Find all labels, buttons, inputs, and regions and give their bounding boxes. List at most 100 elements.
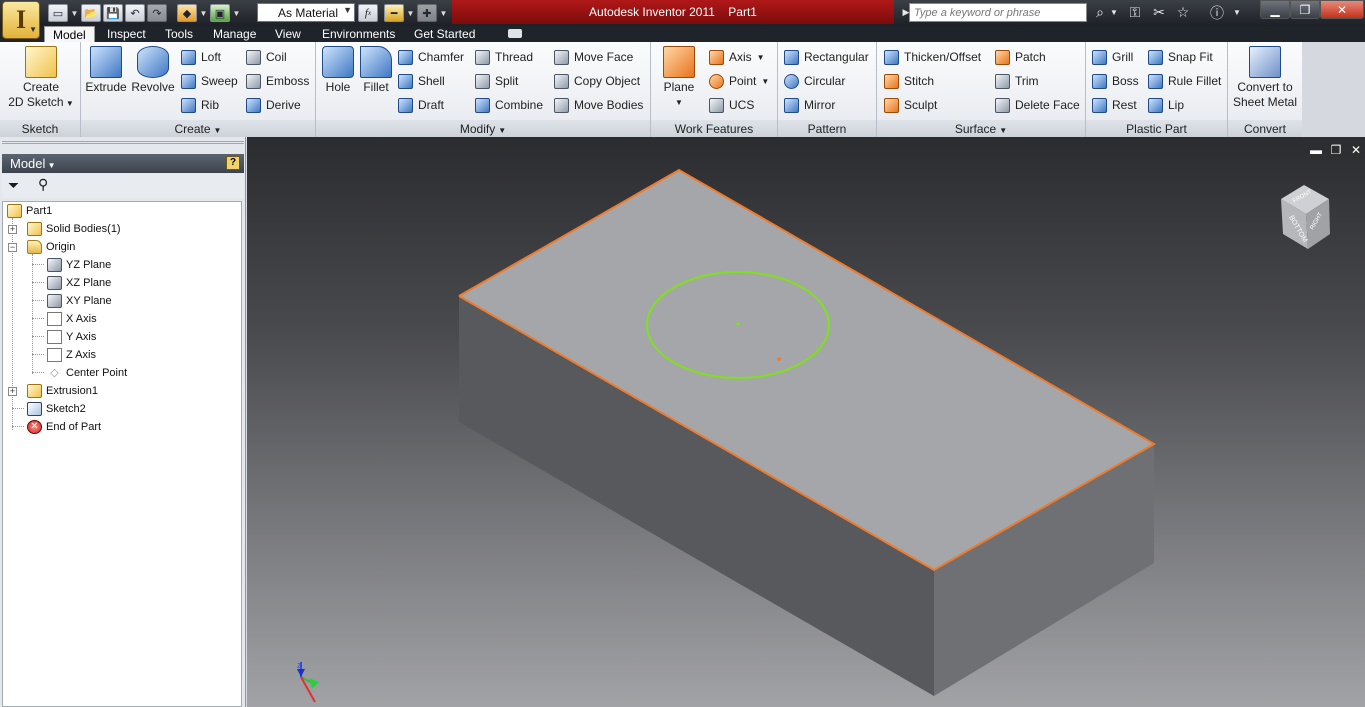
tree-node-part1[interactable]: Part1 — [7, 203, 52, 219]
tree-node-center-point[interactable]: ◇ Center Point — [47, 365, 127, 381]
lip-button[interactable]: Lip — [1148, 95, 1184, 115]
application-menu-button[interactable]: I ▼ — [2, 1, 40, 39]
maximize-button[interactable]: ❐ — [1290, 0, 1320, 19]
move-face-button[interactable]: Move Face — [554, 47, 633, 67]
move-bodies-button[interactable]: Move Bodies — [554, 95, 643, 115]
tab-tools[interactable]: Tools — [165, 26, 193, 42]
emboss-button[interactable]: Emboss — [246, 71, 309, 91]
axis-button[interactable]: Axis ▼ — [709, 47, 765, 67]
revolve-button[interactable]: Revolve — [130, 46, 176, 95]
snap-fit-button[interactable]: Snap Fit — [1148, 47, 1213, 67]
tree-node-xy-plane[interactable]: XY Plane — [47, 293, 112, 309]
tab-inspect[interactable]: Inspect — [107, 26, 146, 42]
panel-label-surface[interactable]: Surface ▼ — [877, 120, 1085, 137]
tab-environments[interactable]: Environments — [322, 26, 395, 42]
expand-extrusion-icon[interactable]: + — [8, 387, 17, 396]
tree-node-z-axis[interactable]: Z Axis — [47, 347, 96, 363]
tab-view[interactable]: View — [275, 26, 301, 42]
sculpt-button[interactable]: Sculpt — [884, 95, 937, 115]
tree-node-solid-bodies[interactable]: Solid Bodies(1) — [27, 221, 121, 237]
tree-node-origin[interactable]: Origin — [27, 239, 75, 255]
material-dropdown[interactable]: As Material ▼ — [257, 3, 355, 22]
trim-button[interactable]: Trim — [995, 71, 1039, 91]
create-2d-sketch-button[interactable]: Create 2D Sketch ▼ — [6, 46, 76, 111]
sweep-button[interactable]: Sweep — [181, 71, 238, 91]
combine-button[interactable]: Combine — [475, 95, 543, 115]
viewport-restore-icon[interactable]: ❐ — [1329, 143, 1343, 157]
rib-button[interactable]: Rib — [181, 95, 219, 115]
tab-manage[interactable]: Manage — [213, 26, 256, 42]
chamfer-button[interactable]: Chamfer — [398, 47, 464, 67]
help-dropdown-icon[interactable]: ▼ — [1227, 3, 1247, 22]
convert-to-sheet-metal-button[interactable]: Convert to Sheet Metal — [1230, 46, 1300, 110]
grill-button[interactable]: Grill — [1092, 47, 1133, 67]
viewport-close-icon[interactable]: ✕ — [1349, 143, 1363, 157]
tab-get-started[interactable]: Get Started — [414, 26, 475, 42]
draft-button[interactable]: Draft — [398, 95, 444, 115]
copy-object-button[interactable]: Copy Object — [554, 71, 640, 91]
stitch-button[interactable]: Stitch — [884, 71, 934, 91]
browser-grip[interactable] — [2, 141, 244, 144]
close-button[interactable]: ✕ — [1320, 0, 1364, 19]
tree-node-y-axis[interactable]: Y Axis — [47, 329, 96, 345]
search-input[interactable]: Type a keyword or phrase — [909, 3, 1087, 22]
mirror-button[interactable]: Mirror — [784, 95, 835, 115]
tab-model[interactable]: Model — [44, 26, 95, 43]
rest-button[interactable]: Rest — [1092, 95, 1137, 115]
hole-button[interactable]: Hole — [320, 46, 356, 95]
communication-center-icon[interactable]: ✂ — [1149, 3, 1169, 22]
appearance-dropdown-icon[interactable]: ▼ — [199, 4, 208, 22]
customize-dropdown-icon[interactable]: ▼ — [439, 4, 448, 22]
tree-node-end-of-part[interactable]: ✕ End of Part — [27, 419, 101, 435]
tree-node-extrusion1[interactable]: Extrusion1 — [27, 383, 98, 399]
rectangular-pattern-button[interactable]: Rectangular — [784, 47, 869, 67]
find-binoculars-icon[interactable]: ⚲ — [38, 176, 48, 193]
open-icon[interactable]: 📂 — [81, 4, 101, 22]
new-file-icon[interactable]: ▭ — [48, 4, 68, 22]
measure-dropdown-icon[interactable]: ▼ — [406, 4, 415, 22]
measure-icon[interactable]: ━ — [384, 4, 404, 22]
select-dropdown-icon[interactable]: ▼ — [232, 4, 241, 22]
select-priority-icon[interactable]: ▣ — [210, 4, 230, 22]
model-canvas[interactable]: FRONT BOTTOM RIGHT z — [247, 137, 1365, 707]
subscription-key-icon[interactable]: ⚿ — [1125, 3, 1145, 22]
fx-parameters-icon[interactable]: fx — [358, 4, 378, 22]
tree-node-x-axis[interactable]: X Axis — [47, 311, 97, 327]
view-cube[interactable]: FRONT BOTTOM RIGHT — [1281, 185, 1330, 249]
ribbon-minimize-toggle[interactable] — [508, 29, 522, 38]
circular-pattern-button[interactable]: Circular — [784, 71, 845, 91]
split-button[interactable]: Split — [475, 71, 518, 91]
appearance-icon[interactable]: ◆ — [177, 4, 197, 22]
fillet-button[interactable]: Fillet — [358, 46, 394, 95]
tree-node-yz-plane[interactable]: YZ Plane — [47, 257, 111, 273]
derive-button[interactable]: Derive — [246, 95, 301, 115]
tree-node-xz-plane[interactable]: XZ Plane — [47, 275, 111, 291]
search-dropdown-icon[interactable]: ▼ — [1104, 3, 1124, 22]
browser-help-icon[interactable]: ? — [226, 156, 240, 170]
undo-icon[interactable]: ↶ — [125, 4, 145, 22]
new-dropdown-icon[interactable]: ▼ — [70, 4, 79, 22]
favorites-star-icon[interactable]: ☆ — [1173, 3, 1193, 22]
redo-icon[interactable]: ↷ — [147, 4, 167, 22]
thicken-offset-button[interactable]: Thicken/Offset — [884, 47, 981, 67]
help-icon[interactable]: ⓘ — [1207, 3, 1227, 22]
boss-button[interactable]: Boss — [1092, 71, 1139, 91]
browser-header[interactable]: Model ▼ ? — [2, 154, 244, 173]
plane-button[interactable]: Plane ▼ — [659, 46, 699, 110]
thread-button[interactable]: Thread — [475, 47, 533, 67]
save-icon[interactable]: 💾 — [103, 4, 123, 22]
panel-label-modify[interactable]: Modify ▼ — [316, 120, 650, 137]
viewport-minimize-icon[interactable]: ▬ — [1309, 143, 1323, 157]
delete-face-button[interactable]: Delete Face — [995, 95, 1080, 115]
graphics-window[interactable]: FRONT BOTTOM RIGHT z ▬ ❐ ✕ — [247, 137, 1365, 707]
filter-icon[interactable]: ⏷ — [8, 177, 19, 194]
shell-button[interactable]: Shell — [398, 71, 445, 91]
coil-button[interactable]: Coil — [246, 47, 287, 67]
rule-fillet-button[interactable]: Rule Fillet — [1148, 71, 1221, 91]
collapse-origin-icon[interactable]: − — [8, 243, 17, 252]
add-icon[interactable]: ✚ — [417, 4, 437, 22]
patch-button[interactable]: Patch — [995, 47, 1046, 67]
panel-label-create[interactable]: Create ▼ — [81, 120, 315, 137]
extrude-button[interactable]: Extrude — [85, 46, 127, 95]
loft-button[interactable]: Loft — [181, 47, 221, 67]
